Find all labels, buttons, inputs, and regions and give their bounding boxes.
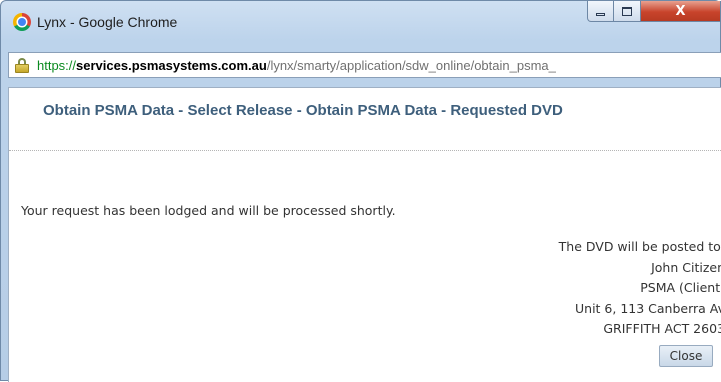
url-path: /lynx/smarty/application/sdw_online/obta… [266,58,556,73]
maximize-button[interactable] [614,1,641,22]
close-button[interactable]: Close [659,345,713,367]
divider [9,150,721,151]
minimize-icon [596,13,605,16]
address-bar[interactable]: https://services.psmasystems.com.au/lynx… [8,52,721,78]
url-host: services.psmasystems.com.au [76,58,267,73]
minimize-button[interactable] [587,1,614,22]
address-line: GRIFFITH ACT 2603 [603,321,721,336]
browser-window: Lynx - Google Chrome X https://services.… [0,0,721,382]
window-controls: X [587,1,721,22]
page-content: Obtain PSMA Data - Select Release - Obta… [8,87,721,382]
address-line: PSMA (Client) [640,280,721,295]
title-bar[interactable]: Lynx - Google Chrome X [1,1,721,43]
close-icon: X [675,3,686,19]
url-scheme: https:// [37,58,77,73]
chrome-icon [13,13,31,31]
address-line: Unit 6, 113 Canberra Av [575,300,721,316]
maximize-icon [622,6,632,16]
window-title: Lynx - Google Chrome [37,14,178,30]
postal-address: The DVD will be posted to: John Citizen … [559,237,721,340]
lock-icon [15,58,29,73]
close-window-button[interactable]: X [641,1,721,22]
url-text[interactable]: https://services.psmasystems.com.au/lynx… [37,57,556,74]
page-title: Obtain PSMA Data - Select Release - Obta… [43,102,563,119]
confirmation-message: Your request has been lodged and will be… [21,203,396,218]
address-line: John Citizen [651,259,721,275]
posted-to-label: The DVD will be posted to: [558,239,721,254]
